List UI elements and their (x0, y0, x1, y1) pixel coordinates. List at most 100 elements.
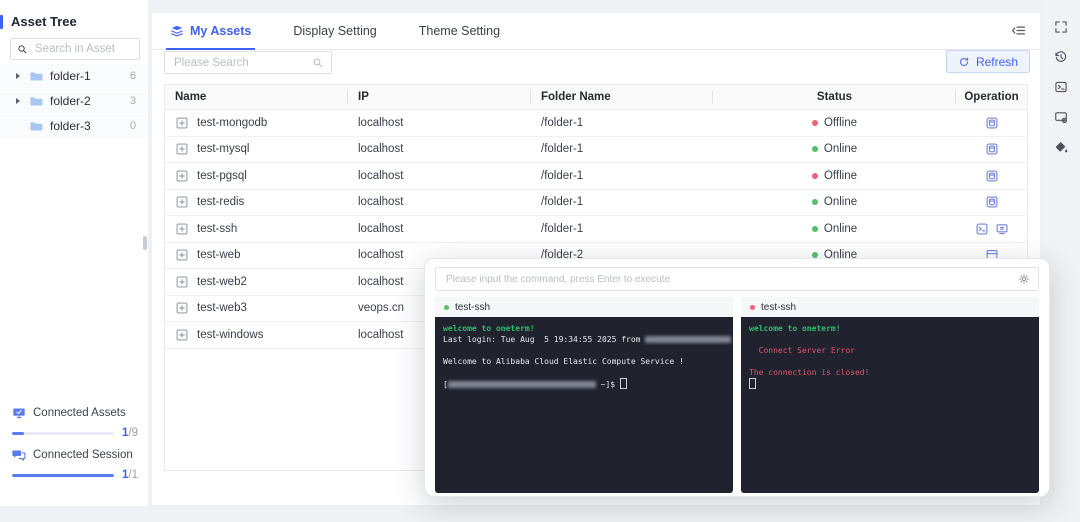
expand-row-icon[interactable] (175, 248, 189, 262)
expand-caret-icon[interactable] (16, 98, 20, 104)
column-header-operation: Operation (956, 85, 1027, 109)
cell-status: Online (713, 216, 956, 242)
stat-label-text: Connected Assets (33, 407, 126, 419)
ssh-remote-connect-icon[interactable] (995, 222, 1009, 236)
table-search-box[interactable] (164, 51, 332, 74)
ssh-terminal-connect-icon[interactable] (975, 222, 989, 236)
tree-item-label: folder-3 (50, 119, 91, 133)
terminal-text: Connect Server Error (749, 346, 855, 355)
folder-tree: folder-16folder-23folder-30 (0, 64, 148, 139)
cell-ip: localhost (348, 110, 531, 136)
terminal-output[interactable]: welcome to oneterm!Last login: Tue Aug 5… (435, 317, 733, 493)
terminal-cursor (749, 378, 756, 389)
tab-theme-setting[interactable]: Theme Setting (419, 13, 500, 49)
cell-operation (956, 216, 1027, 242)
tab-label: Display Setting (293, 24, 376, 38)
tab-label: Theme Setting (419, 24, 500, 38)
terminal-pane-1: test-sshwelcome to oneterm!Last login: T… (435, 297, 733, 493)
cell-name: test-web3 (165, 296, 348, 322)
stat-monitor: Connected Assets 1/9 (12, 406, 138, 439)
status-text: Offline (824, 117, 857, 129)
expand-row-icon[interactable] (175, 195, 189, 209)
expand-row-icon[interactable] (175, 222, 189, 236)
asset-search-input[interactable] (33, 42, 133, 56)
expand-row-icon[interactable] (175, 328, 189, 342)
tree-item-label: folder-2 (50, 94, 91, 108)
title-accent-bar (0, 15, 3, 29)
tree-item-folder-3[interactable]: folder-30 (0, 114, 148, 138)
redis-connect-icon[interactable] (985, 195, 999, 209)
cell-name: test-web2 (165, 269, 348, 295)
terminal-text: The connection is closed! (749, 368, 869, 377)
mysql-connect-icon[interactable] (985, 142, 999, 156)
terminal-session-tab[interactable]: test-ssh (741, 297, 1039, 317)
status-dot (812, 146, 818, 152)
display-settings-icon[interactable] (1054, 110, 1068, 124)
expand-row-icon[interactable] (175, 301, 189, 315)
asset-name: test-mongodb (197, 117, 267, 129)
asset-name: test-web (197, 249, 240, 261)
tab-my-assets[interactable]: My Assets (170, 13, 251, 49)
asset-name: test-mysql (197, 143, 249, 155)
cell-folder: /folder-1 (531, 190, 713, 216)
terminal-text: welcome to oneterm! (749, 324, 841, 333)
column-header-folder-name: Folder Name (531, 85, 713, 109)
mongodb-connect-icon[interactable] (985, 116, 999, 130)
refresh-icon (958, 56, 970, 68)
cell-folder: /folder-1 (531, 110, 713, 136)
table-header-row: NameIPFolder NameStatusOperation (165, 85, 1027, 110)
cell-name: test-windows (165, 322, 348, 348)
tree-item-folder-1[interactable]: folder-16 (0, 64, 148, 88)
progress-track (12, 432, 114, 435)
terminal-line: Welcome to Alibaba Cloud Elastic Compute… (443, 356, 725, 367)
monitor-icon (12, 406, 26, 420)
history-icon[interactable] (1054, 50, 1068, 64)
terminal-window-icon[interactable] (1054, 80, 1068, 94)
sidebar-resize-handle[interactable] (143, 236, 147, 250)
tree-item-folder-2[interactable]: folder-23 (0, 89, 148, 113)
cell-name: test-redis (165, 190, 348, 216)
status-dot (812, 226, 818, 232)
cell-ip: localhost (348, 163, 531, 189)
command-input-box[interactable] (435, 267, 1039, 291)
status-text: Online (824, 196, 857, 208)
terminal-line (443, 367, 725, 378)
sidebar-title: Asset Tree (0, 0, 148, 29)
expand-caret-icon[interactable] (16, 73, 20, 79)
column-header-ip: IP (348, 85, 531, 109)
cell-status: Online (713, 137, 956, 163)
asset-name: test-ssh (197, 223, 237, 235)
refresh-button[interactable]: Refresh (946, 50, 1030, 73)
expand-row-icon[interactable] (175, 275, 189, 289)
terminal-session-tab[interactable]: test-ssh (435, 297, 733, 317)
cell-status: Online (713, 190, 956, 216)
expand-row-icon[interactable] (175, 169, 189, 183)
expand-row-icon[interactable] (175, 142, 189, 156)
table-search-input[interactable] (172, 56, 306, 70)
theme-bucket-icon[interactable] (1054, 140, 1068, 154)
asset-search-box[interactable] (10, 38, 140, 60)
terminal-text: Welcome to Alibaba Cloud Elastic Compute… (443, 357, 684, 366)
command-input[interactable] (444, 273, 1012, 286)
session-tab-label: test-ssh (761, 302, 796, 313)
cell-ip: localhost (348, 190, 531, 216)
tab-display-setting[interactable]: Display Setting (293, 13, 376, 49)
status-text: Online (824, 143, 857, 155)
terminal-line: welcome to oneterm! (749, 323, 1031, 334)
sidebar-title-text: Asset Tree (11, 14, 77, 29)
gear-icon[interactable] (1018, 273, 1030, 285)
progress-fill (12, 474, 114, 477)
column-settings-icon[interactable] (1011, 23, 1026, 38)
tree-item-count: 6 (130, 70, 136, 82)
terminal-panel: test-sshwelcome to oneterm!Last login: T… (424, 258, 1050, 497)
terminal-line: [ ~]$ (443, 378, 725, 390)
expand-row-icon[interactable] (175, 116, 189, 130)
terminal-line (749, 356, 1031, 367)
pgsql-connect-icon[interactable] (985, 169, 999, 183)
fullscreen-icon[interactable] (1054, 20, 1068, 34)
stat-progressbar: 1/9 (12, 427, 138, 439)
asset-name: test-web2 (197, 276, 247, 288)
chat-icon (12, 448, 26, 462)
terminal-output[interactable]: welcome to oneterm! Connect Server Error… (741, 317, 1039, 493)
session-status-dot (444, 305, 449, 310)
